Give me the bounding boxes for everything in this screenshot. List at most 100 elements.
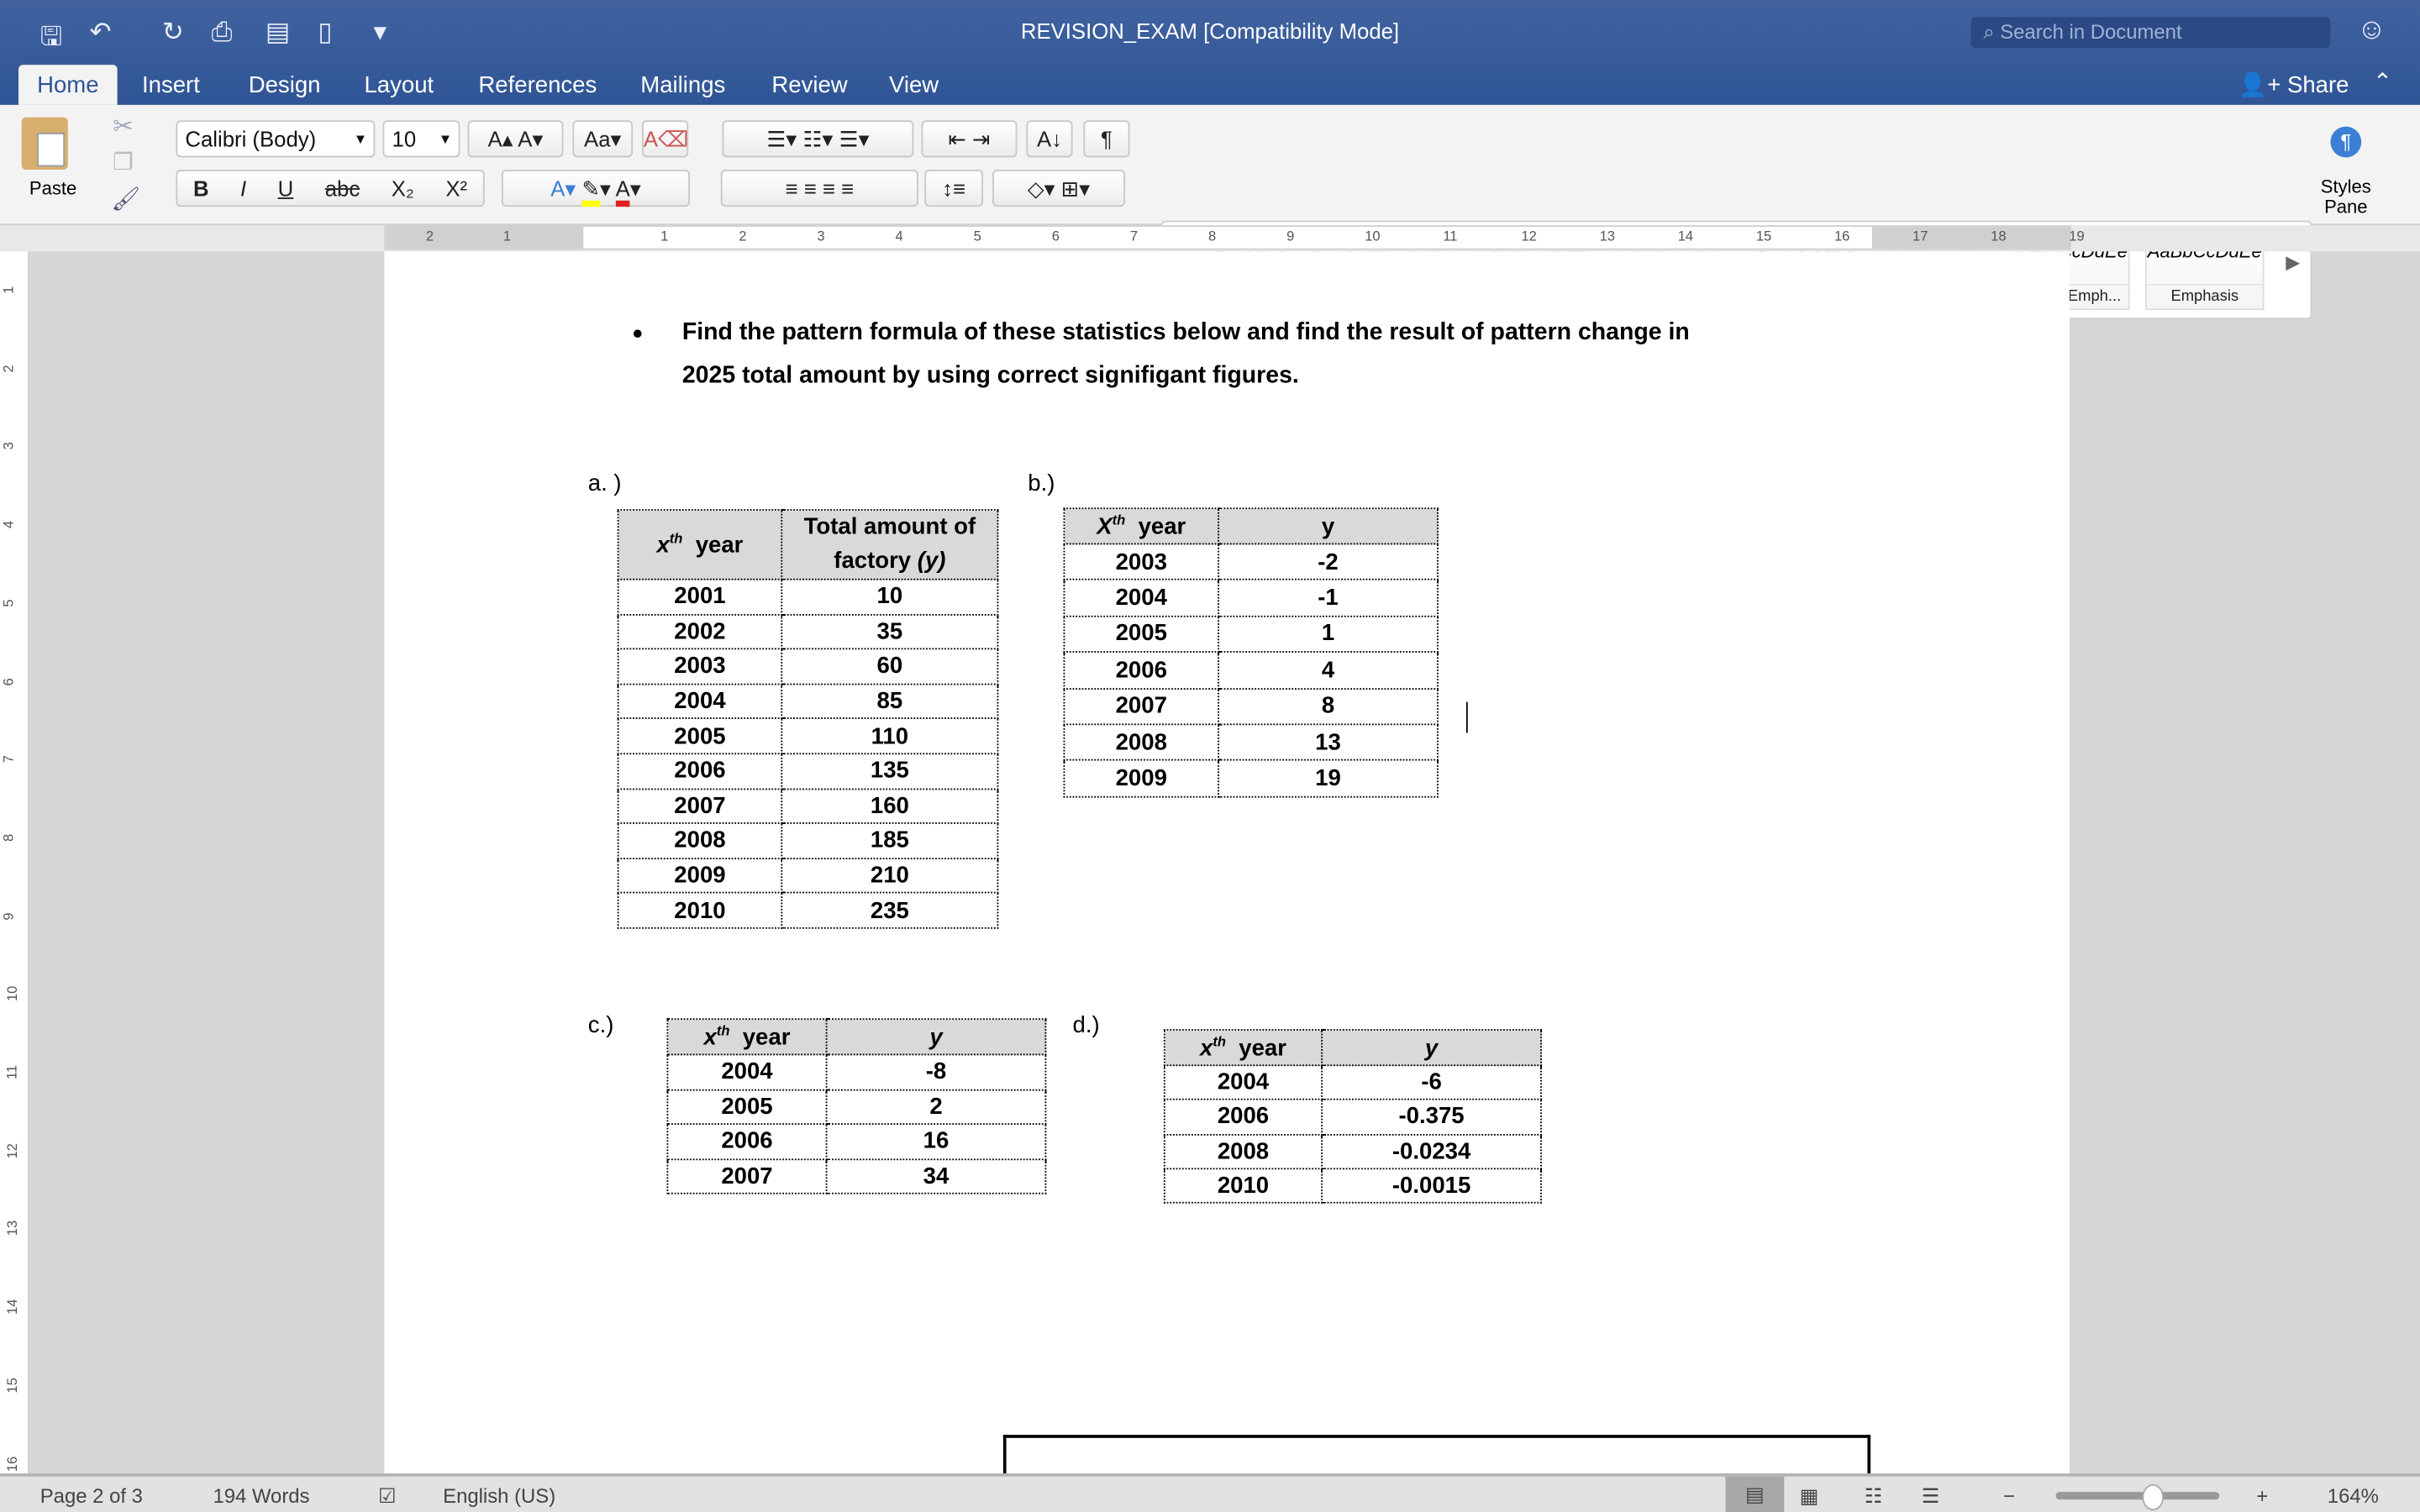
page-count[interactable]: Page 2 of 3 [40, 1484, 143, 1508]
line-spacing-icon[interactable]: ↕≡ [924, 170, 983, 207]
question-line-2: 2025 total amount by using correct signi… [681, 362, 1299, 389]
underline-button[interactable]: U [278, 171, 294, 205]
collapse-ribbon-button[interactable]: ⌃ [2373, 68, 2392, 96]
gallery-next-icon[interactable]: ▶ [2286, 251, 2300, 273]
ruler-number: 16 [1833, 228, 1850, 244]
year-cell: 2006 [1063, 651, 1220, 690]
year-cell: 2008 [1163, 1133, 1323, 1170]
copy-icon[interactable]: ❐ [113, 148, 134, 176]
list-buttons[interactable]: ☰▾ ☷▾ ☰▾ [722, 120, 914, 158]
web-layout-icon[interactable]: ▦ [1800, 1484, 1819, 1509]
tab-home[interactable]: Home [18, 65, 118, 105]
format-painter-icon[interactable]: 🖌 [111, 185, 140, 213]
ruler-number: 9 [1286, 228, 1295, 244]
outline-icon[interactable]: ☷ [1865, 1484, 1882, 1509]
zoom-slider[interactable] [2055, 1483, 2220, 1511]
draft-icon[interactable]: ☰ [1922, 1484, 1939, 1509]
status-bar: Page 2 of 3 194 Words ☑ English (US) ▤ ▦… [0, 1473, 2420, 1512]
show-formatting-icon[interactable]: ¶ [1083, 120, 1130, 158]
customize-icon[interactable]: ▾ [373, 17, 387, 48]
change-case-button[interactable]: Aa▾ [572, 120, 634, 158]
year-cell: 2007 [617, 787, 783, 825]
share-button[interactable]: 👤+ Share [2238, 71, 2349, 98]
language[interactable]: English (US) [443, 1484, 555, 1508]
table-label: a. ) [587, 470, 622, 497]
year-cell: 2009 [1063, 759, 1220, 798]
ruler-number: 2 [739, 228, 747, 244]
word-count[interactable]: 194 Words [213, 1484, 309, 1508]
text-effects-highlight-color[interactable]: A▾ ✎▾ A▾ [501, 170, 691, 207]
tab-view[interactable]: View [871, 65, 957, 105]
layout-icon[interactable]: ▯ [318, 17, 332, 48]
vertical-ruler[interactable]: 1 2 3 4 5 6 7 8 9 10 11 12 13 14 15 16 [0, 251, 29, 1474]
ruler-number: 4 [0, 521, 17, 529]
zoom-slider-handle[interactable] [2142, 1483, 2164, 1511]
redo-icon[interactable]: ↻ [162, 17, 184, 48]
ruler-number: 3 [817, 228, 825, 244]
table-header-row: xth year y [1163, 1029, 1542, 1067]
question-line-1: Find the pattern formula of these statis… [681, 319, 1690, 346]
feedback-smiley-icon[interactable]: ☺ [2357, 14, 2387, 48]
header-cell: xth year [666, 1018, 828, 1056]
proofing-icon[interactable]: ☑ [378, 1484, 396, 1509]
subscript-button[interactable]: X₂ [392, 171, 414, 205]
font-size-select[interactable]: 10 ▼ [382, 120, 460, 158]
print-icon[interactable]: ⎙ [212, 17, 233, 48]
font-grow-shrink-buttons[interactable]: A▴ A▾ [467, 120, 564, 158]
paste-icon[interactable] [21, 117, 68, 171]
bold-button[interactable]: B [193, 171, 209, 205]
table-row: 2007 160 [617, 787, 999, 825]
tab-design[interactable]: Design [230, 65, 339, 105]
value-cell: 19 [1218, 759, 1439, 798]
table-row: 2003 -2 [1063, 543, 1439, 581]
italic-button[interactable]: I [240, 171, 246, 205]
print-layout-icon[interactable]: ▤ [1725, 1476, 1785, 1512]
year-cell: 2004 [1063, 579, 1220, 617]
styles-pane-button[interactable]: Styles Pane [2315, 176, 2376, 218]
font-name-select[interactable]: Calibri (Body) ▼ [176, 120, 376, 158]
ruler-number: 1 [0, 286, 17, 294]
search-input[interactable]: ⌕ Search in Document [1970, 17, 2331, 48]
tab-review[interactable]: Review [753, 65, 865, 105]
save-icon[interactable]: 🖫 [40, 17, 63, 61]
cut-icon[interactable]: ✂ [113, 111, 134, 142]
paste-button[interactable]: Paste [29, 177, 76, 199]
table-row: 2006 -0.375 [1163, 1099, 1542, 1136]
ruler-number: 12 [4, 1142, 20, 1158]
right-margin [1871, 226, 2070, 249]
zoom-level[interactable]: 164% [2328, 1484, 2379, 1508]
year-cell: 2004 [1163, 1064, 1323, 1101]
zoom-in-button[interactable]: + [2256, 1484, 2268, 1508]
superscript-button[interactable]: X² [445, 171, 467, 205]
ruler-number: 5 [973, 228, 981, 244]
table-row: 2009 210 [617, 857, 999, 895]
horizontal-ruler[interactable]: 2 1 1 2 3 4 5 6 7 8 9 10 11 12 13 14 15 16 17 18 19 [384, 225, 2085, 250]
data-table: xth year Total amount of factory (y) 2001 1… [617, 509, 999, 929]
header-cell: Xth year [1063, 507, 1220, 545]
tab-references[interactable]: References [460, 65, 615, 105]
view-icon[interactable]: ▤ [266, 17, 291, 48]
styles-pane-icon[interactable]: ¶ [2320, 120, 2372, 166]
table-row: 2008 -0.0234 [1163, 1133, 1542, 1170]
share-label: Share [2286, 72, 2349, 99]
table-row: 2005 1 [1063, 615, 1439, 654]
data-table: xth year y 2004 -8 2005 2 2006 16 2007 34 [666, 1018, 1047, 1194]
header-cell: xth year [617, 509, 783, 580]
tab-insert[interactable]: Insert [124, 65, 218, 105]
table-row: 2005 2 [666, 1088, 1047, 1125]
highlight-icon: ✎ [581, 176, 601, 207]
indent-buttons[interactable]: ⇤ ⇥ [921, 120, 1018, 158]
alignment-buttons[interactable]: ≡ ≡ ≡ ≡ [720, 170, 918, 207]
sort-icon[interactable]: A↓ [1026, 120, 1073, 158]
strikethrough-button[interactable]: abc [325, 171, 360, 205]
zoom-out-button[interactable]: − [2003, 1484, 2015, 1508]
ruler-number: 8 [1207, 228, 1217, 244]
tab-layout[interactable]: Layout [345, 65, 452, 105]
ruler-number: 14 [4, 1299, 20, 1315]
year-cell: 2008 [1063, 723, 1220, 762]
undo-icon[interactable]: ↶ [90, 17, 112, 48]
year-cell: 2005 [1063, 615, 1220, 654]
shading-borders-buttons[interactable]: ◇▾ ⊞▾ [992, 170, 1125, 207]
clear-formatting-icon[interactable]: A⌫ [642, 120, 688, 158]
tab-mailings[interactable]: Mailings [622, 65, 744, 105]
